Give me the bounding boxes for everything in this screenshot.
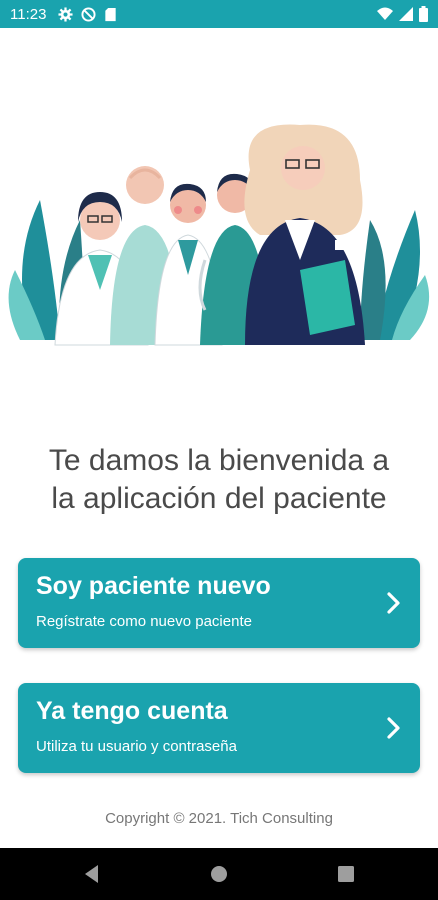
welcome-line-2: la aplicación del paciente — [51, 482, 387, 515]
copyright-text: Copyright © 2021. Tich Consulting — [105, 810, 333, 827]
recents-icon[interactable] — [334, 862, 358, 886]
home-icon[interactable] — [207, 862, 231, 886]
leaf-right-decoration — [360, 210, 430, 340]
status-bar: 11:23 — [0, 0, 438, 28]
status-time: 11:23 — [10, 5, 47, 23]
gear-icon — [58, 6, 73, 22]
chevron-right-icon — [387, 592, 400, 614]
sd-card-icon — [105, 7, 117, 21]
navigation-bar — [0, 848, 438, 900]
back-icon[interactable] — [80, 862, 104, 886]
new-patient-subtitle: Regístrate como nuevo paciente — [36, 613, 252, 630]
signal-icon — [399, 7, 413, 21]
battery-icon — [419, 6, 428, 22]
new-patient-title: Soy paciente nuevo — [36, 572, 271, 600]
doctor-figure-5 — [244, 124, 365, 345]
do-not-disturb-icon — [81, 6, 96, 22]
existing-account-button[interactable]: Ya tengo cuenta Utiliza tu usuario y con… — [18, 683, 420, 773]
wifi-icon — [377, 7, 393, 20]
existing-account-subtitle: Utiliza tu usuario y contraseña — [36, 738, 237, 755]
medical-staff-illustration — [8, 124, 430, 346]
welcome-line-1: Te damos la bienvenida a — [48, 444, 390, 477]
chevron-right-icon — [387, 717, 400, 739]
welcome-heading: Te damos la bienvenida a la aplicación d… — [18, 442, 420, 518]
new-patient-button[interactable]: Soy paciente nuevo Regístrate como nuevo… — [18, 558, 420, 648]
existing-account-title: Ya tengo cuenta — [36, 697, 228, 725]
